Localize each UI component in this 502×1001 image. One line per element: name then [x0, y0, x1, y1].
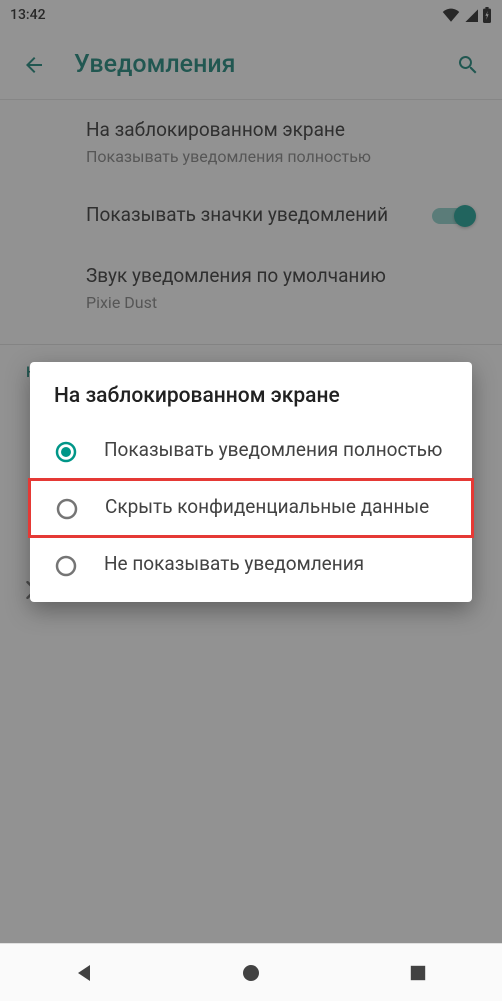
radio-option-hide-all[interactable]: Не показывать уведомления: [30, 538, 472, 592]
radio-label: Скрыть конфиденциальные данные: [105, 495, 429, 520]
nav-home-icon: [241, 963, 261, 983]
nav-back-icon: [74, 963, 94, 983]
radio-label: Не показывать уведомления: [104, 552, 364, 577]
radio-option-hide-sensitive[interactable]: Скрыть конфиденциальные данные: [31, 481, 471, 535]
radio-unchecked-icon: [54, 554, 78, 578]
nav-back-button[interactable]: [44, 953, 124, 993]
lockscreen-dialog: На заблокированном экране Показывать уве…: [30, 362, 472, 602]
nav-home-button[interactable]: [211, 953, 291, 993]
navigation-bar: [0, 943, 502, 1001]
radio-checked-icon: [54, 440, 78, 464]
nav-recent-icon: [409, 964, 427, 982]
radio-option-show-all[interactable]: Показывать уведомления полностью: [30, 424, 472, 478]
nav-recent-button[interactable]: [378, 953, 458, 993]
highlight-annotation: Скрыть конфиденциальные данные: [28, 478, 474, 538]
radio-unchecked-icon: [55, 497, 79, 521]
radio-label: Показывать уведомления полностью: [104, 438, 442, 463]
dialog-title: На заблокированном экране: [30, 362, 472, 424]
